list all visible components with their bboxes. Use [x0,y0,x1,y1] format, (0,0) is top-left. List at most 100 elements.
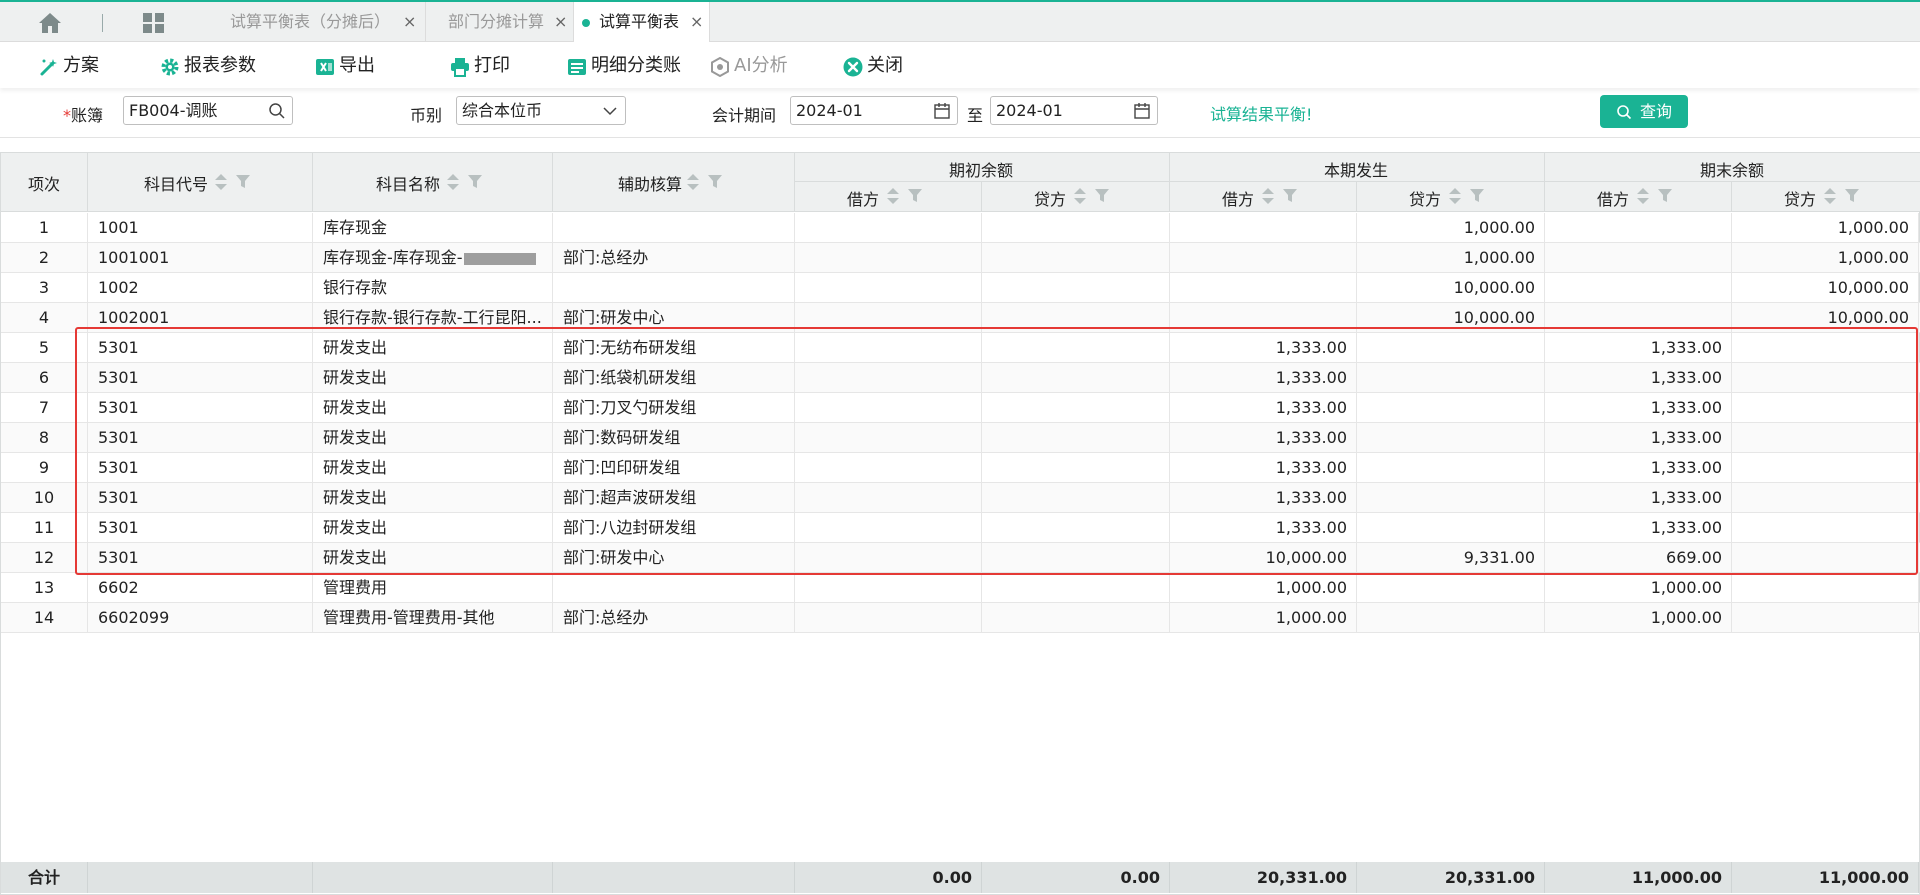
cell-current-credit-text: 1,000.00 [1463,248,1535,267]
cell-closing-credit-text: 10,000.00 [1827,278,1909,297]
header-label: 本期发生 [1324,161,1389,180]
cell-closing-debit [1545,303,1732,333]
totals-opening-debit: 0.00 [795,862,982,893]
cell-closing-credit [1732,423,1919,453]
table-row[interactable]: 10 5301 研发支出 部门:超声波研发组 1,333.00 1,333.00 [1,483,1920,513]
cell-closing-debit [1545,273,1732,303]
sort-icon[interactable] [1073,186,1087,206]
cell-current-credit [1357,333,1545,363]
query-button[interactable]: 查询 [1600,95,1688,128]
filter-icon[interactable] [236,175,250,189]
close-icon[interactable]: × [690,2,703,42]
cell-opening-debit [795,453,982,483]
cell-current-credit: 1,000.00 [1357,243,1545,273]
cell-name-text: 研发支出 [323,338,388,357]
column-header-aux[interactable]: 辅助核算 [553,153,795,212]
table-row[interactable]: 12 5301 研发支出 部门:研发中心 10,000.00 9,331.00 669.00 [1,543,1920,573]
sort-icon[interactable] [1636,186,1650,206]
table-row[interactable]: 9 5301 研发支出 部门:凹印研发组 1,333.00 1,333.00 [1,453,1920,483]
filter-bar: *账簿 FB004-调账 币别 综合本位币 会计期间 2024-01 至 202… [0,90,1920,138]
sort-icon[interactable] [446,172,460,192]
search-icon [1617,105,1632,120]
cell-name: 研发支出 [313,513,553,543]
cell-name: 库存现金-库存现金- [313,243,553,273]
cell-name: 管理费用-管理费用-其他 [313,603,553,633]
column-header-opening-credit[interactable]: 贷方 [982,182,1170,212]
tab-trial-balance-allocated[interactable]: 试算平衡表（分摊后） × [206,2,426,42]
table-row[interactable]: 2 1001001 库存现金-库存现金- 部门:总经办 1,000.00 1,000.00 [1,243,1920,273]
tab-trial-balance[interactable]: 试算平衡表 × [574,2,710,42]
grid-icon[interactable] [142,12,166,34]
column-header-code[interactable]: 科目代号 [88,153,313,212]
filter-icon[interactable] [1658,189,1672,203]
cell-closing-debit [1545,213,1732,243]
cell-name-text: 研发支出 [323,458,388,477]
detail-ledger-button[interactable]: 明细分类账 [567,53,687,79]
cell-current-debit: 1,333.00 [1170,423,1357,453]
close-icon[interactable]: × [554,2,567,42]
tab-label: 试算平衡表（分摊后） [230,12,391,31]
filter-icon[interactable] [708,175,722,189]
table-row[interactable]: 1 1001 库存现金 1,000.00 1,000.00 [1,213,1920,243]
filter-icon[interactable] [1845,189,1859,203]
cell-opening-debit [795,513,982,543]
cell-name: 研发支出 [313,333,553,363]
cell-code: 1002001 [88,303,313,333]
tab-department-allocation[interactable]: 部门分摊计算 × [426,2,574,42]
close-icon[interactable]: × [403,2,416,42]
table-row[interactable]: 5 5301 研发支出 部门:无纺布研发组 1,333.00 1,333.00 [1,333,1920,363]
cell-seq: 12 [1,543,88,573]
ledger-field[interactable]: FB004-调账 [123,96,293,125]
column-header-current-credit[interactable]: 贷方 [1357,182,1545,212]
sort-icon[interactable] [1261,186,1275,206]
ai-analysis-button[interactable]: AI分析 [710,53,800,79]
table-row[interactable]: 6 5301 研发支出 部门:纸袋机研发组 1,333.00 1,333.00 [1,363,1920,393]
close-button[interactable]: 关闭 [843,53,913,79]
cell-name: 研发支出 [313,543,553,573]
export-button[interactable]: 导出 [315,53,385,79]
totals-closing-credit: 11,000.00 [1732,862,1919,893]
cell-current-debit: 1,000.00 [1170,603,1357,633]
print-button[interactable]: 打印 [450,53,520,79]
sort-icon[interactable] [1448,186,1462,206]
filter-icon[interactable] [1470,189,1484,203]
currency-select[interactable]: 综合本位币 [456,96,626,125]
cell-opening-debit [795,603,982,633]
filter-icon[interactable] [1095,189,1109,203]
table-row[interactable]: 8 5301 研发支出 部门:数码研发组 1,333.00 1,333.00 [1,423,1920,453]
period-to-field[interactable]: 2024-01 [990,96,1158,125]
filter-icon[interactable] [1283,189,1297,203]
column-header-opening-debit[interactable]: 借方 [795,182,982,212]
sort-icon[interactable] [214,172,228,192]
table-row[interactable]: 7 5301 研发支出 部门:刀叉勺研发组 1,333.00 1,333.00 [1,393,1920,423]
filter-icon[interactable] [468,175,482,189]
column-header-current-debit[interactable]: 借方 [1170,182,1357,212]
plan-button[interactable]: 方案 [39,53,119,79]
cell-code: 5301 [88,363,313,393]
search-icon[interactable] [268,102,286,120]
table-row[interactable]: 11 5301 研发支出 部门:八边封研发组 1,333.00 1,333.00 [1,513,1920,543]
column-header-closing-debit[interactable]: 借方 [1545,182,1732,212]
period-from-field[interactable]: 2024-01 [790,96,958,125]
cell-current-debit-text: 1,333.00 [1275,368,1347,387]
cell-current-debit-text: 1,333.00 [1275,488,1347,507]
table-row[interactable]: 13 6602 管理费用 1,000.00 1,000.00 [1,573,1920,603]
calendar-icon[interactable] [933,102,951,120]
table-row[interactable]: 4 1002001 银行存款-银行存款-工行昆阳... 部门:研发中心 10,000.0… [1,303,1920,333]
column-header-closing-credit[interactable]: 贷方 [1732,182,1920,212]
report-params-button[interactable]: 报表参数 [160,53,280,79]
sort-icon[interactable] [886,186,900,206]
cell-closing-debit: 1,000.00 [1545,573,1732,603]
cell-current-debit: 1,333.00 [1170,393,1357,423]
home-icon[interactable] [38,12,62,34]
table-row[interactable]: 14 6602099 管理费用-管理费用-其他 部门:总经办 1,000.00 1,000… [1,603,1920,633]
column-header-name[interactable]: 科目名称 [313,153,553,212]
calendar-icon[interactable] [1133,102,1151,120]
cell-name-text: 管理费用-管理费用-其他 [323,608,495,627]
cell-closing-debit: 1,333.00 [1545,423,1732,453]
sort-icon[interactable] [1823,186,1837,206]
filter-icon[interactable] [908,189,922,203]
table-row[interactable]: 3 1002 银行存款 10,000.00 10,000.00 [1,273,1920,303]
header-label: 贷方 [1409,190,1442,209]
sort-icon[interactable] [686,172,700,192]
